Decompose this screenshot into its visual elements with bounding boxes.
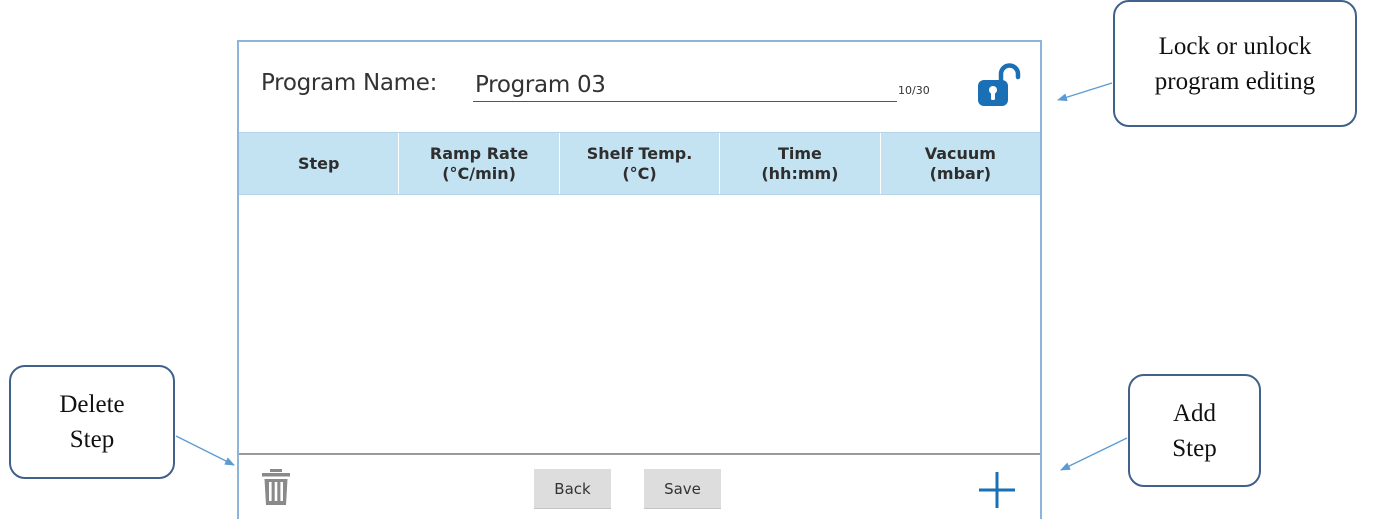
character-counter: 10/30 xyxy=(898,84,930,97)
column-header-ramp-rate[interactable]: Ramp Rate (°C/min) xyxy=(399,133,560,194)
program-name-input[interactable] xyxy=(473,62,897,102)
footer-divider xyxy=(239,453,1040,455)
delete-step-callout: Delete Step xyxy=(9,365,175,479)
lock-callout-arrow xyxy=(1057,82,1113,102)
add-callout-arrow xyxy=(1060,437,1128,471)
lock-callout: Lock or unlock program editing xyxy=(1113,0,1357,127)
back-button[interactable]: Back xyxy=(534,469,611,509)
unlock-icon[interactable] xyxy=(975,63,1021,107)
program-name-label: Program Name: xyxy=(261,70,438,96)
column-header-shelf-temp[interactable]: Shelf Temp. (°C) xyxy=(560,133,721,194)
steps-table-body[interactable] xyxy=(239,195,1040,453)
save-button[interactable]: Save xyxy=(644,469,721,509)
trash-icon[interactable] xyxy=(261,468,291,506)
column-header-step[interactable]: Step xyxy=(239,133,400,194)
add-step-callout: Add Step xyxy=(1128,374,1261,487)
column-header-time[interactable]: Time (hh:mm) xyxy=(720,133,881,194)
plus-icon[interactable] xyxy=(977,470,1017,510)
steps-table-header: Step Ramp Rate (°C/min) Shelf Temp. (°C)… xyxy=(239,132,1040,195)
program-editor-screen: Program Name: 10/30 Step Ramp Rate (°C/m… xyxy=(237,40,1042,519)
delete-callout-arrow xyxy=(175,435,235,466)
column-header-vacuum[interactable]: Vacuum (mbar) xyxy=(881,133,1040,194)
annotated-screenshot: Program Name: 10/30 Step Ramp Rate (°C/m… xyxy=(0,0,1388,519)
